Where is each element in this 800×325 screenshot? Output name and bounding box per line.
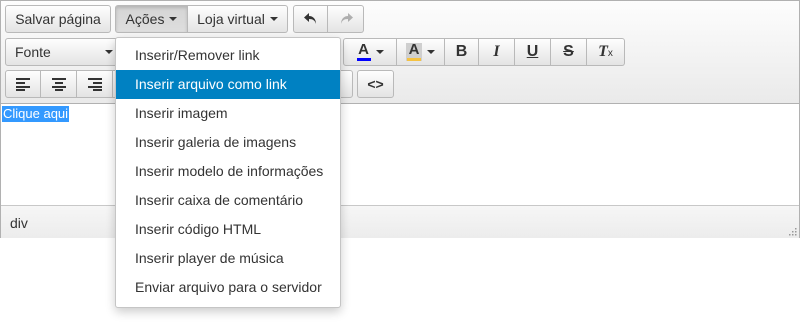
align-left-icon bbox=[16, 78, 30, 91]
underline-button[interactable]: U bbox=[515, 38, 551, 66]
bold-button[interactable]: B bbox=[445, 38, 479, 66]
menu-item-label: Inserir galeria de imagens bbox=[135, 134, 297, 150]
chevron-down-icon bbox=[169, 17, 178, 21]
code-icon: <> bbox=[367, 76, 384, 92]
menu-item-upload-file[interactable]: Enviar arquivo para o servidor bbox=[116, 273, 340, 302]
save-page-label: Salvar página bbox=[15, 11, 101, 27]
undo-icon bbox=[303, 13, 316, 24]
text-color-button[interactable]: A bbox=[343, 38, 397, 66]
text-color-swatch bbox=[356, 58, 371, 61]
redo-button[interactable] bbox=[328, 5, 364, 33]
chevron-down-icon bbox=[375, 50, 384, 54]
menu-item-insert-file-as-link[interactable]: Inserir arquivo como link bbox=[116, 70, 340, 99]
strikethrough-button[interactable]: S bbox=[551, 38, 587, 66]
menu-item-label: Enviar arquivo para o servidor bbox=[135, 279, 322, 295]
text-color-icon: A bbox=[356, 41, 371, 61]
italic-icon: I bbox=[493, 43, 500, 60]
font-select[interactable]: Fonte bbox=[5, 38, 123, 66]
menu-item-label: Inserir player de música bbox=[135, 250, 284, 266]
menu-item-insert-image-gallery[interactable]: Inserir galeria de imagens bbox=[116, 128, 340, 157]
store-menu-button[interactable]: Loja virtual bbox=[188, 5, 288, 33]
menu-item-insert-html-code[interactable]: Inserir código HTML bbox=[116, 215, 340, 244]
italic-button[interactable]: I bbox=[479, 38, 515, 66]
background-color-button[interactable]: A bbox=[397, 38, 445, 66]
undo-button[interactable] bbox=[293, 5, 328, 33]
clear-formatting-sub: x bbox=[607, 48, 613, 59]
save-page-button[interactable]: Salvar página bbox=[5, 5, 111, 33]
menu-item-insert-comment-box[interactable]: Inserir caixa de comentário bbox=[116, 186, 340, 215]
menu-item-insert-remove-link[interactable]: Inserir/Remover link bbox=[116, 41, 340, 70]
actions-label: Ações bbox=[125, 11, 165, 27]
align-right-button[interactable] bbox=[77, 70, 113, 98]
menu-item-label: Inserir arquivo como link bbox=[135, 76, 287, 92]
chevron-down-icon bbox=[427, 50, 435, 54]
resize-handle-icon[interactable] bbox=[787, 226, 797, 236]
menu-item-label: Inserir código HTML bbox=[135, 221, 262, 237]
align-left-button[interactable] bbox=[5, 70, 41, 98]
strikethrough-icon: S bbox=[563, 43, 574, 60]
selected-text[interactable]: Clique aqui bbox=[2, 106, 70, 122]
bold-icon: B bbox=[455, 43, 468, 60]
chevron-down-icon bbox=[105, 50, 113, 54]
clear-formatting-button[interactable]: Tx bbox=[587, 38, 625, 66]
menu-item-insert-info-template[interactable]: Inserir modelo de informações bbox=[116, 157, 340, 186]
align-center-button[interactable] bbox=[41, 70, 77, 98]
menu-item-label: Inserir/Remover link bbox=[135, 47, 260, 63]
element-path[interactable]: div bbox=[10, 215, 28, 231]
actions-dropdown-menu: Inserir/Remover link Inserir arquivo com… bbox=[115, 37, 341, 308]
redo-icon bbox=[340, 13, 353, 24]
chevron-down-icon bbox=[269, 17, 278, 21]
bg-color-glyph: A bbox=[408, 41, 420, 58]
source-code-button[interactable]: <> bbox=[357, 70, 394, 98]
clear-formatting-icon: Tx bbox=[598, 43, 613, 61]
menu-item-label: Inserir imagem bbox=[135, 105, 228, 121]
bg-color-swatch bbox=[407, 58, 421, 61]
underline-icon: U bbox=[526, 43, 539, 60]
menu-item-insert-image[interactable]: Inserir imagem bbox=[116, 99, 340, 128]
menu-item-label: Inserir modelo de informações bbox=[135, 163, 324, 179]
align-center-icon bbox=[51, 78, 66, 91]
store-label: Loja virtual bbox=[197, 11, 265, 27]
menu-item-insert-music-player[interactable]: Inserir player de música bbox=[116, 244, 340, 273]
menu-item-label: Inserir caixa de comentário bbox=[135, 192, 304, 208]
actions-menu-button[interactable]: Ações bbox=[115, 5, 188, 33]
background-color-icon: A bbox=[406, 41, 422, 61]
align-right-icon bbox=[87, 78, 102, 91]
font-select-label: Fonte bbox=[15, 44, 51, 60]
clear-formatting-glyph: T bbox=[598, 43, 608, 60]
text-color-glyph: A bbox=[358, 41, 369, 58]
